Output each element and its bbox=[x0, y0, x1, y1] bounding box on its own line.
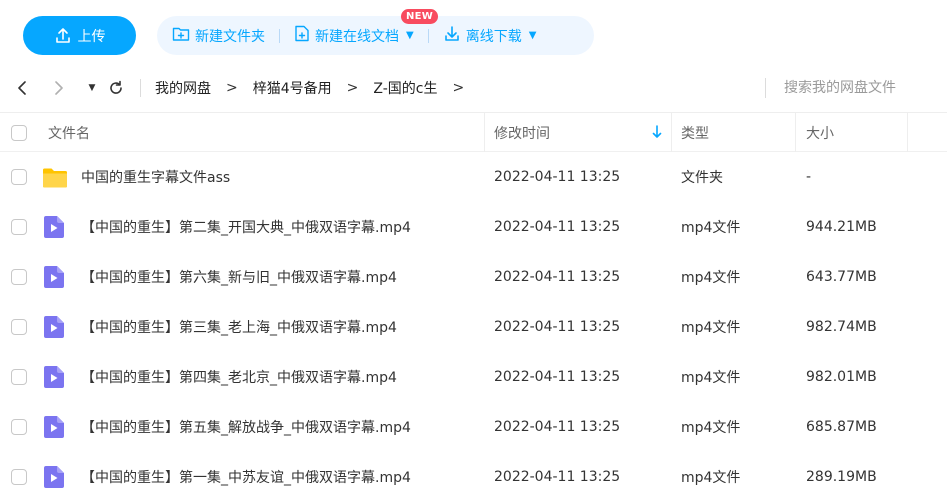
new-badge: NEW bbox=[401, 9, 439, 24]
video-file-icon bbox=[44, 466, 64, 488]
file-type: mp4文件 bbox=[681, 270, 741, 286]
divider bbox=[279, 28, 280, 43]
file-type: mp4文件 bbox=[681, 320, 741, 336]
file-modified: 2022-04-11 13:25 bbox=[494, 269, 621, 285]
list-item[interactable]: 【中国的重生】第五集_解放战争_中俄双语字幕.mp4 2022-04-11 13… bbox=[0, 402, 947, 452]
caret-down-icon: ▼ bbox=[528, 30, 537, 41]
breadcrumb-separator: > bbox=[226, 80, 238, 96]
divider bbox=[427, 28, 429, 43]
new-folder-label: 新建文件夹 bbox=[195, 28, 265, 45]
file-name[interactable]: 【中国的重生】第六集_新与旧_中俄双语字幕.mp4 bbox=[81, 252, 397, 302]
header-modified[interactable]: 修改时间 bbox=[494, 113, 550, 152]
offline-download-button[interactable]: 离线下载 ▼ bbox=[443, 25, 537, 47]
checkbox[interactable] bbox=[11, 219, 27, 235]
folder-add-icon bbox=[172, 26, 190, 46]
new-online-doc-label: 新建在线文档 bbox=[315, 28, 399, 45]
new-online-doc-button[interactable]: 新建在线文档 ▼ bbox=[294, 25, 414, 46]
file-modified: 2022-04-11 13:25 bbox=[494, 469, 621, 485]
upload-button[interactable]: 上传 bbox=[23, 16, 136, 55]
new-folder-button[interactable]: 新建文件夹 bbox=[172, 26, 265, 46]
header-size[interactable]: 大小 bbox=[806, 113, 834, 152]
navigation-bar: ▼ 我的网盘 > 梓猫4号备用 > Z-国的c生 > bbox=[0, 64, 947, 112]
breadcrumb-separator: > bbox=[346, 80, 359, 96]
column-divider bbox=[795, 113, 796, 152]
header-type[interactable]: 类型 bbox=[681, 113, 709, 152]
file-size: 982.01MB bbox=[806, 369, 877, 385]
checkbox[interactable] bbox=[11, 169, 27, 185]
file-modified: 2022-04-11 13:25 bbox=[494, 319, 621, 335]
checkbox[interactable] bbox=[11, 319, 27, 335]
file-type: 文件夹 bbox=[681, 170, 723, 186]
doc-add-icon bbox=[294, 25, 310, 46]
list-item[interactable]: 【中国的重生】第二集_开国大典_中俄双语字幕.mp4 2022-04-11 13… bbox=[0, 202, 947, 252]
video-file-icon bbox=[44, 366, 64, 388]
header-name[interactable]: 文件名 bbox=[48, 113, 90, 152]
video-file-icon bbox=[44, 216, 64, 238]
file-name[interactable]: 【中国的重生】第二集_开国大典_中俄双语字幕.mp4 bbox=[81, 202, 411, 252]
file-modified: 2022-04-11 13:25 bbox=[494, 419, 621, 435]
file-list-header: 文件名 修改时间 类型 大小 bbox=[0, 112, 947, 152]
video-file-icon bbox=[44, 416, 64, 438]
checkbox[interactable] bbox=[11, 124, 27, 141]
upload-label: 上传 bbox=[77, 28, 106, 45]
caret-down-icon: ▼ bbox=[406, 30, 414, 41]
breadcrumb-separator: > bbox=[452, 80, 465, 96]
breadcrumb-item[interactable]: Z-国的c生 bbox=[373, 78, 437, 98]
column-divider bbox=[907, 113, 908, 152]
file-name[interactable]: 【中国的重生】第一集_中苏友谊_中俄双语字幕.mp4 bbox=[81, 452, 411, 491]
file-size: - bbox=[806, 169, 812, 185]
file-name[interactable]: 【中国的重生】第五集_解放战争_中俄双语字幕.mp4 bbox=[81, 402, 411, 452]
file-size: 944.21MB bbox=[806, 219, 877, 235]
offline-download-label: 离线下载 bbox=[465, 28, 522, 45]
upload-icon bbox=[54, 27, 72, 45]
refresh-icon[interactable] bbox=[105, 77, 127, 99]
file-modified: 2022-04-11 13:25 bbox=[494, 219, 621, 235]
back-icon[interactable] bbox=[11, 77, 33, 99]
file-name[interactable]: 【中国的重生】第三集_老上海_中俄双语字幕.mp4 bbox=[81, 302, 397, 352]
checkbox[interactable] bbox=[11, 419, 27, 435]
forward-icon[interactable] bbox=[48, 77, 70, 99]
breadcrumb-item[interactable]: 我的网盘 bbox=[155, 78, 211, 98]
file-size: 982.74MB bbox=[806, 319, 877, 335]
breadcrumb: 我的网盘 > 梓猫4号备用 > Z-国的c生 > bbox=[155, 78, 479, 98]
video-file-icon bbox=[44, 316, 64, 338]
file-size: 289.19MB bbox=[806, 469, 877, 485]
breadcrumb-item[interactable]: 梓猫4号备用 bbox=[253, 78, 332, 98]
checkbox[interactable] bbox=[11, 469, 27, 485]
column-divider bbox=[484, 113, 485, 152]
select-all-checkbox[interactable] bbox=[11, 113, 27, 152]
divider bbox=[765, 78, 766, 98]
search-input[interactable] bbox=[776, 72, 947, 104]
sort-desc-icon[interactable] bbox=[652, 125, 662, 143]
folder-icon bbox=[42, 168, 68, 188]
list-item[interactable]: 【中国的重生】第一集_中苏友谊_中俄双语字幕.mp4 2022-04-11 13… bbox=[0, 452, 947, 491]
divider bbox=[140, 79, 141, 97]
file-name[interactable]: 中国的重生字幕文件ass bbox=[81, 152, 230, 202]
file-type: mp4文件 bbox=[681, 420, 741, 436]
list-item[interactable]: 【中国的重生】第三集_老上海_中俄双语字幕.mp4 2022-04-11 13:… bbox=[0, 302, 947, 352]
file-type: mp4文件 bbox=[681, 220, 741, 236]
video-file-icon bbox=[44, 266, 64, 288]
file-size: 685.87MB bbox=[806, 419, 877, 435]
file-size: 643.77MB bbox=[806, 269, 877, 285]
history-dropdown-icon[interactable]: ▼ bbox=[81, 77, 103, 99]
list-item[interactable]: 【中国的重生】第四集_老北京_中俄双语字幕.mp4 2022-04-11 13:… bbox=[0, 352, 947, 402]
column-divider bbox=[671, 113, 672, 152]
file-modified: 2022-04-11 13:25 bbox=[494, 169, 621, 185]
file-modified: 2022-04-11 13:25 bbox=[494, 369, 621, 385]
download-icon bbox=[443, 25, 461, 47]
file-name[interactable]: 【中国的重生】第四集_老北京_中俄双语字幕.mp4 bbox=[81, 352, 397, 402]
file-type: mp4文件 bbox=[681, 470, 741, 486]
action-group: 新建文件夹 新建在线文档 ▼ 离线下载 ▼ bbox=[157, 16, 594, 55]
checkbox[interactable] bbox=[11, 269, 27, 285]
list-item[interactable]: 中国的重生字幕文件ass 2022-04-11 13:25 文件夹 - bbox=[0, 152, 947, 202]
file-type: mp4文件 bbox=[681, 370, 741, 386]
list-item[interactable]: 【中国的重生】第六集_新与旧_中俄双语字幕.mp4 2022-04-11 13:… bbox=[0, 252, 947, 302]
toolbar: 上传 新建文件夹 新建在线文档 ▼ 离线下载 ▼ NEW bbox=[0, 0, 947, 64]
checkbox[interactable] bbox=[11, 369, 27, 385]
